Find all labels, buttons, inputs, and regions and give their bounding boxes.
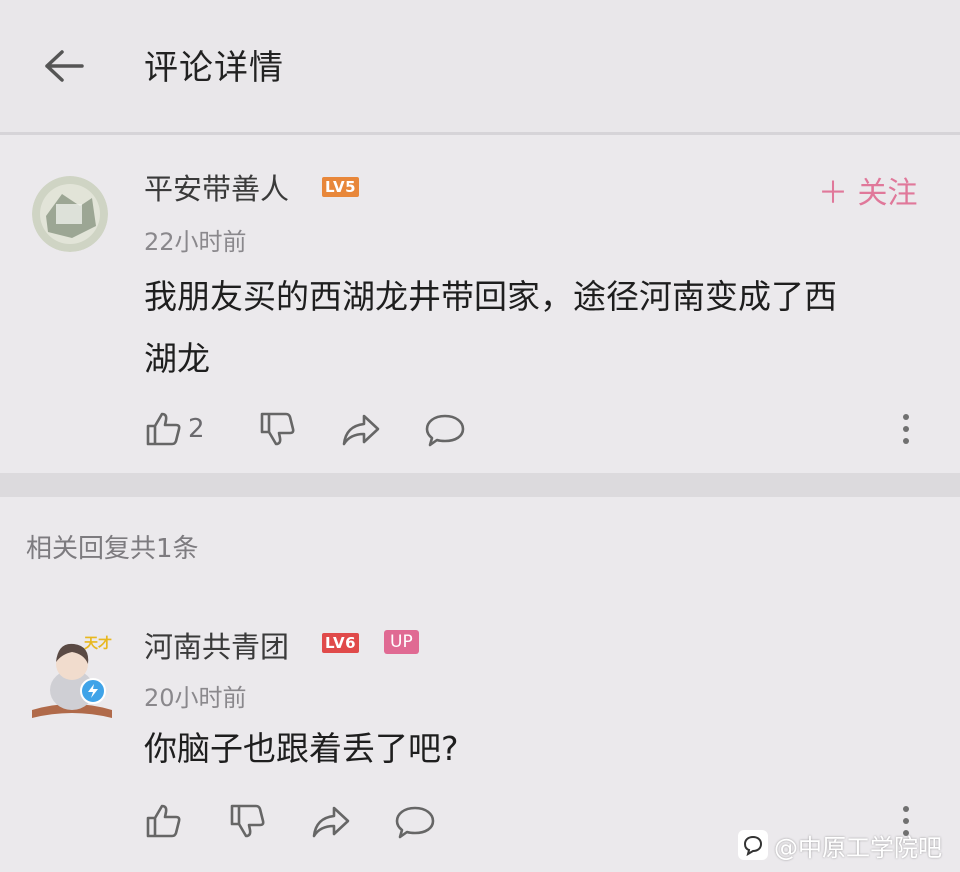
- comment-icon: [395, 806, 435, 839]
- reply-username[interactable]: 河南共青团: [144, 624, 289, 666]
- share-icon: [312, 806, 350, 838]
- up-badge: UP: [384, 630, 419, 654]
- like-count: 2: [188, 414, 205, 444]
- reply-avatar[interactable]: 天才: [28, 628, 116, 724]
- more-vertical-icon: [903, 806, 909, 812]
- back-arrow-icon: [45, 50, 84, 82]
- comment-icon: [425, 414, 465, 447]
- more-options-button[interactable]: [898, 414, 914, 454]
- reply-timestamp: 20小时前: [144, 684, 247, 712]
- reply-share-button[interactable]: [310, 804, 352, 840]
- thumbs-down-icon: [230, 804, 265, 838]
- comment-text: 我朋友买的西湖龙井带回家，途径河南变成了西: [144, 277, 837, 316]
- page-title: 评论详情: [144, 48, 284, 88]
- watermark: @中原工学院吧: [738, 828, 942, 862]
- reply-text: 你脑子也跟着丢了吧?: [144, 729, 459, 768]
- timestamp: 22小时前: [144, 228, 247, 256]
- avatar[interactable]: [32, 176, 108, 252]
- back-button[interactable]: [38, 42, 90, 90]
- like-button[interactable]: 2: [144, 410, 205, 448]
- top-bar: 评论详情: [0, 0, 960, 132]
- reply-comment-button[interactable]: [394, 804, 436, 840]
- tieba-logo-icon: [738, 830, 768, 860]
- reply-level-badge: LV6: [322, 633, 360, 653]
- reply-button[interactable]: [424, 412, 466, 448]
- replies-count: 相关回复共1条: [26, 534, 199, 564]
- reply-like-button[interactable]: [144, 802, 182, 840]
- share-button[interactable]: [340, 412, 382, 448]
- watermark-text: @中原工学院吧: [774, 833, 942, 862]
- thumbs-up-icon: [146, 412, 181, 446]
- level-badge: LV5: [322, 177, 360, 197]
- username[interactable]: 平安带善人: [144, 166, 289, 208]
- follow-button[interactable]: ＋ 关注: [818, 168, 918, 212]
- verified-icon: [80, 678, 106, 704]
- svg-text:天才: 天才: [84, 635, 112, 652]
- comment-text-continued: 湖龙: [144, 339, 210, 378]
- thumbs-up-icon: [146, 804, 181, 838]
- dislike-button[interactable]: [258, 410, 296, 448]
- thumbs-down-icon: [260, 412, 295, 446]
- reply-dislike-button[interactable]: [228, 802, 266, 840]
- section-divider: [0, 473, 960, 497]
- share-icon: [342, 414, 380, 446]
- more-vertical-icon: [903, 414, 909, 420]
